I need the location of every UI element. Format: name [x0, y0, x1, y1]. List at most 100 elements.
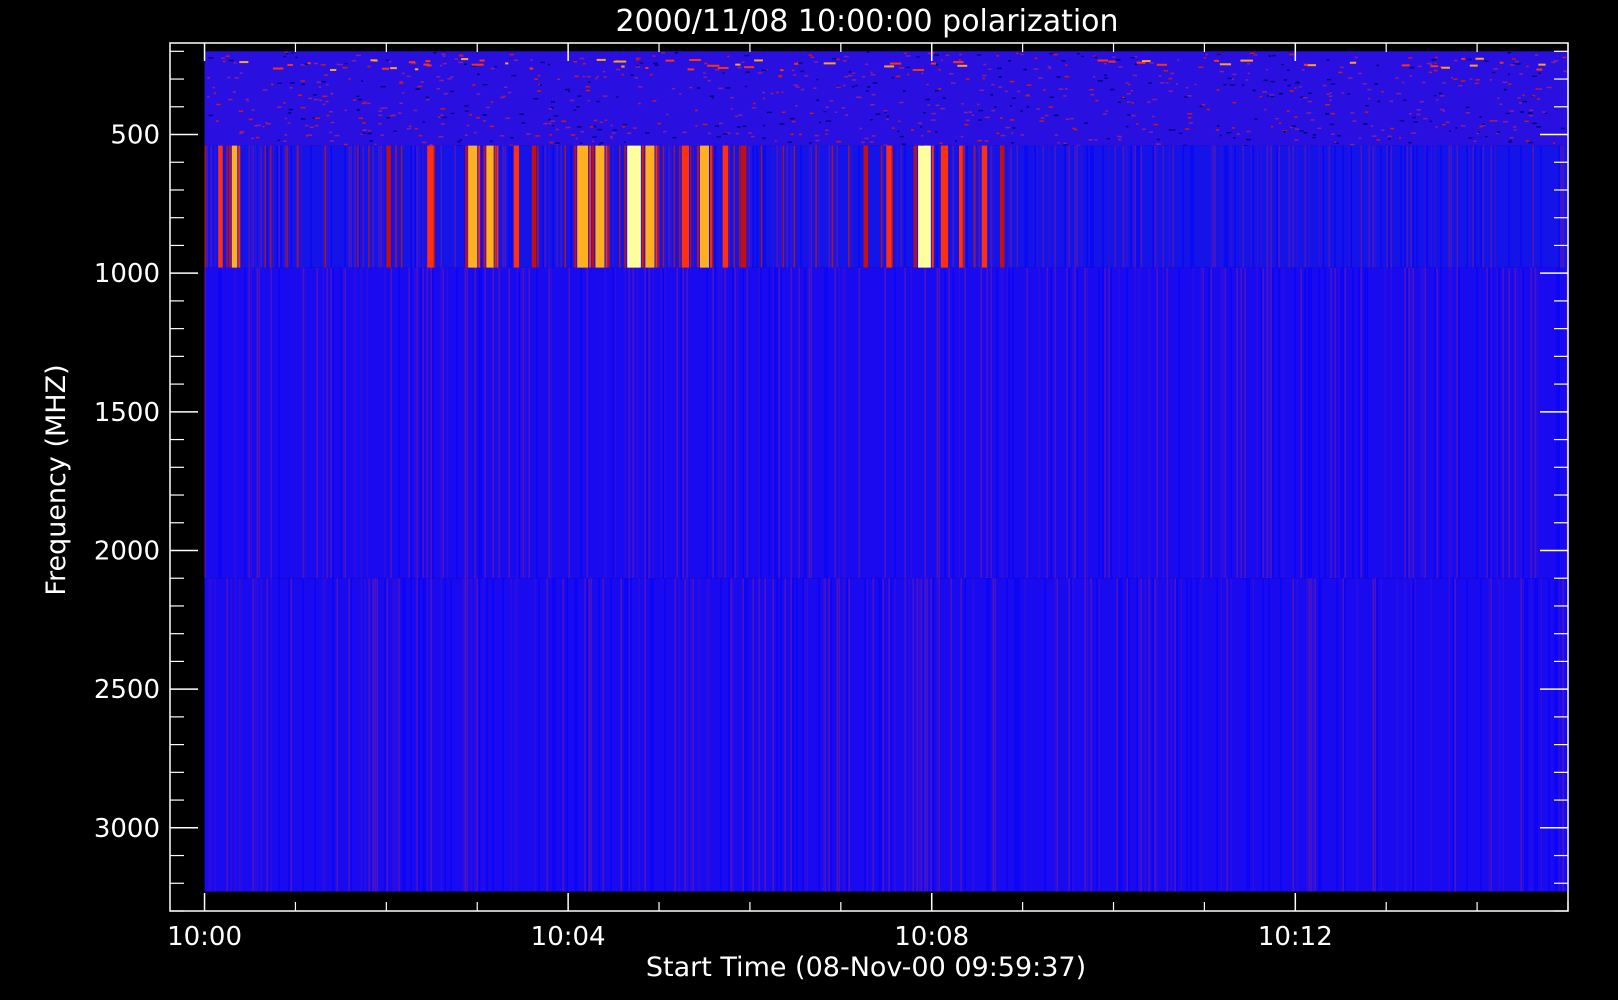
stripe — [1374, 145, 1376, 268]
stripe — [828, 145, 830, 268]
speck — [1090, 93, 1095, 96]
speck — [1358, 137, 1362, 139]
x-tick-label: 10:00 — [167, 922, 242, 952]
speck — [499, 135, 505, 137]
speck — [1481, 124, 1486, 127]
stripe — [508, 267, 510, 579]
speck — [762, 91, 766, 94]
stripe — [522, 267, 524, 579]
speck — [916, 56, 920, 58]
speck — [284, 134, 288, 136]
speck — [369, 140, 373, 142]
speck — [297, 94, 302, 97]
speck — [845, 114, 849, 116]
speck — [308, 97, 313, 100]
speck — [652, 55, 656, 57]
speck — [1312, 134, 1317, 136]
stripe — [1270, 267, 1272, 579]
stripe — [1358, 267, 1360, 579]
speck — [1264, 108, 1267, 111]
speck — [1223, 83, 1227, 86]
speck — [570, 134, 576, 136]
stripe — [804, 267, 806, 579]
stripe — [1404, 578, 1406, 892]
stripe — [1310, 267, 1312, 579]
stripe — [1138, 145, 1140, 268]
speck — [757, 72, 763, 74]
speck — [1103, 74, 1108, 77]
stripe — [276, 145, 278, 268]
stripe — [1488, 267, 1490, 579]
hot-speck — [735, 63, 741, 66]
stripe — [1240, 267, 1242, 579]
speck — [588, 81, 591, 83]
speck — [707, 79, 711, 82]
speck — [393, 130, 397, 132]
stripe — [1080, 145, 1082, 268]
speck — [1152, 115, 1155, 118]
speck — [795, 105, 798, 107]
stripe — [776, 578, 778, 892]
stripe — [1536, 267, 1538, 579]
speck — [689, 86, 693, 89]
stripe — [1166, 267, 1168, 579]
speck — [709, 95, 715, 98]
stripe — [844, 267, 846, 579]
stripe — [830, 578, 832, 892]
speck — [312, 117, 315, 119]
speck — [476, 117, 481, 119]
stripe — [752, 578, 754, 892]
burst-faint-stripe — [264, 145, 267, 268]
stripe — [1260, 267, 1262, 579]
stripe — [772, 145, 774, 268]
stripe — [858, 145, 860, 268]
burst-edge — [710, 145, 713, 268]
stripe — [1176, 578, 1178, 892]
speck — [594, 77, 598, 80]
speck — [793, 84, 799, 87]
stripe — [1548, 578, 1550, 892]
speck — [368, 130, 371, 132]
speck — [695, 125, 698, 127]
speck — [1217, 53, 1222, 56]
stripe — [602, 578, 604, 892]
stripe — [1374, 578, 1376, 892]
stripe — [524, 267, 526, 579]
stripe — [1412, 578, 1414, 892]
stripe — [802, 578, 804, 892]
speck — [295, 56, 298, 59]
band-band-4 — [204, 578, 1568, 892]
stripe — [1262, 267, 1264, 579]
stripe — [668, 145, 670, 268]
stripe — [478, 267, 480, 579]
stripe — [810, 267, 812, 579]
hot-speck — [1219, 63, 1232, 66]
speck — [1395, 77, 1399, 79]
speck — [1508, 83, 1512, 85]
speck — [301, 83, 305, 86]
speck — [241, 131, 244, 134]
stripe — [304, 267, 306, 579]
speck — [1434, 56, 1438, 59]
speck — [1422, 117, 1428, 120]
stripe — [1390, 145, 1392, 268]
stripe — [446, 267, 448, 579]
speck — [931, 112, 937, 115]
speck — [597, 128, 603, 131]
speck — [1275, 117, 1279, 120]
speck — [582, 63, 586, 65]
stripe — [1482, 145, 1484, 268]
speck — [436, 76, 441, 78]
stripe — [1344, 267, 1346, 579]
stripe — [366, 267, 368, 579]
speck — [555, 128, 559, 131]
stripe — [1520, 578, 1522, 892]
stripe — [384, 578, 386, 892]
stripe — [1294, 267, 1296, 579]
speck — [1159, 82, 1165, 84]
stripe — [1130, 145, 1132, 268]
stripe — [1422, 267, 1424, 579]
stripe — [836, 578, 838, 892]
burst-faint-stripe — [973, 145, 976, 268]
stripe — [808, 267, 810, 579]
